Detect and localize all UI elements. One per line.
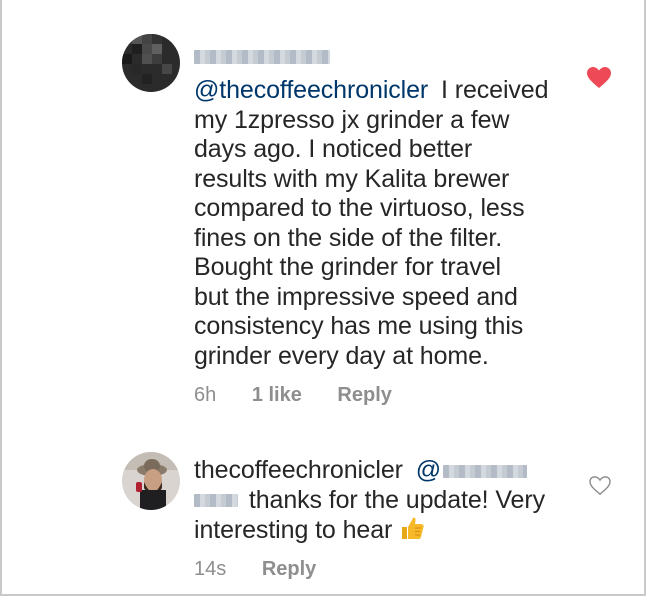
redacted-mention-cont <box>194 494 238 508</box>
username-redacted[interactable] <box>194 48 330 66</box>
reply-button[interactable]: Reply <box>337 384 391 406</box>
comment-1-line: results with my Kalita brewer <box>194 164 510 193</box>
comment-1-line: days ago. I noticed better <box>194 135 473 163</box>
redacted-username <box>194 49 330 64</box>
mention-prefix[interactable]: @ <box>416 456 441 484</box>
comment-2-text-line-1: thanks for the update! Very <box>248 485 545 514</box>
comment-2-line-2: thanks for the update! Very <box>194 486 574 516</box>
comment-2-text-line-2: interesting to hear <box>194 516 393 544</box>
comment-1-line: consistency has me using this <box>194 312 524 340</box>
comment-1-line-1: @thecoffeechronicler I received <box>194 76 574 106</box>
reply-button[interactable]: Reply <box>262 558 316 580</box>
comment-1-line: fines on the side of the filter. <box>194 223 503 252</box>
thumbs-up-icon <box>402 517 424 539</box>
comment-2-meta: 14s Reply <box>194 558 346 581</box>
comment-1-line: grinder every day at home. <box>194 341 489 370</box>
heart-outline-icon[interactable] <box>589 476 611 496</box>
comment-1-meta: 6h 1 like Reply <box>194 384 422 407</box>
comment-1-text: @thecoffeechronicler I received my 1zpre… <box>194 76 574 371</box>
comment-2-text: thecoffeechronicler @ thanks for the upd… <box>194 456 574 546</box>
comment-1-line-1-text: I received <box>441 76 549 104</box>
avatar-blurred[interactable] <box>122 34 180 92</box>
comment-2-line-1: thecoffeechronicler @ <box>194 456 574 486</box>
redacted-mention <box>443 464 528 478</box>
comment-1-line: compared to the virtuoso, less <box>194 194 525 222</box>
comment-2-line-3: interesting to hear <box>194 515 574 546</box>
username-link[interactable]: thecoffeechronicler <box>194 456 403 484</box>
heart-filled-icon[interactable] <box>587 67 611 89</box>
mention-link[interactable]: @thecoffeechronicler <box>194 76 428 104</box>
comment-1-line: my 1zpresso jx grinder a few <box>194 105 510 134</box>
comment-1-line: Bought the grinder for travel <box>194 253 502 281</box>
comment-1-likes[interactable]: 1 like <box>252 384 302 406</box>
comment-1-line: but the impressive speed and <box>194 282 518 311</box>
comment-1-time: 6h <box>194 384 217 406</box>
comment-2-time: 14s <box>194 558 227 580</box>
avatar-image <box>122 452 180 510</box>
avatar-thecoffeechronicler[interactable] <box>122 452 180 510</box>
